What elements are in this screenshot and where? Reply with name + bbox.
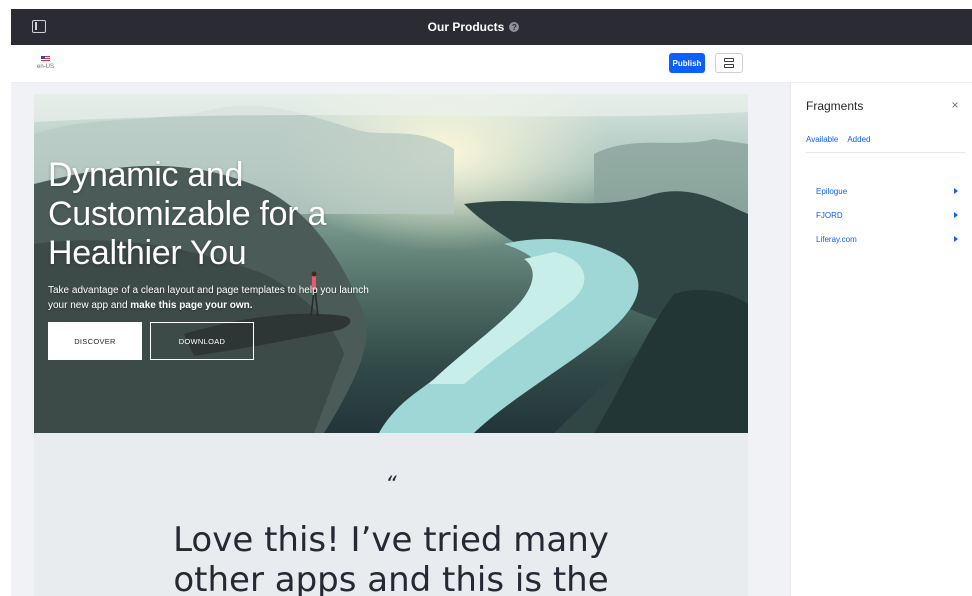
hero-lead-emphasis: make this page your own. [130, 300, 253, 311]
page-title: Our Products [427, 20, 505, 34]
discover-button[interactable]: DISCOVER [48, 322, 142, 360]
us-flag-icon [41, 56, 50, 62]
close-icon[interactable]: × [950, 99, 960, 111]
layout-toggle-icon[interactable] [715, 53, 743, 73]
hero-title: Dynamic and Customizable for a Healthier… [48, 156, 327, 272]
panel-tabs: Available Added [806, 135, 966, 153]
hero-actions: DISCOVER DOWNLOAD [48, 322, 408, 360]
page-editor: Our Products ? en-US Publish Dynamic and… [0, 0, 972, 596]
fragment-collection-list: Epilogue FJORD Liferay.com [806, 179, 958, 251]
fragment-collection-item[interactable]: FJORD [806, 203, 958, 227]
hero-lead: Take advantage of a clean layout and pag… [48, 283, 378, 313]
publish-button[interactable]: Publish [669, 53, 705, 73]
testimonial-text: Love this! I’ve tried many other apps an… [173, 520, 609, 596]
quote-mark: “ [385, 473, 397, 498]
caret-right-icon [954, 212, 958, 218]
help-icon[interactable]: ? [509, 22, 520, 32]
fragments-panel: Fragments × Available Added Epilogue FJO… [790, 83, 972, 596]
fragment-collection-label: FJORD [816, 210, 843, 220]
hero-content: Dynamic and Customizable for a Healthier… [48, 156, 408, 360]
fragment-collection-item[interactable]: Liferay.com [806, 227, 958, 251]
panel-title: Fragments [806, 99, 864, 113]
top-bar: Our Products ? [11, 9, 972, 45]
testimonial-section: “ Love this! I’ve tried many other apps … [34, 433, 748, 596]
caret-right-icon [954, 236, 958, 242]
caret-right-icon [954, 188, 958, 194]
hero-banner: Dynamic and Customizable for a Healthier… [34, 94, 748, 433]
download-button[interactable]: DOWNLOAD [150, 322, 254, 360]
tab-available[interactable]: Available [806, 135, 838, 152]
fragment-collection-label: Epilogue [816, 186, 848, 196]
page-title-group: Our Products ? [11, 9, 972, 45]
page-canvas: Dynamic and Customizable for a Healthier… [11, 83, 790, 596]
fragment-collection-label: Liferay.com [816, 234, 857, 244]
fragment-collection-item[interactable]: Epilogue [806, 179, 958, 203]
editor-toolbar: en-US Publish [11, 45, 972, 83]
locale-label: en-US [37, 64, 55, 70]
locale-selector[interactable]: en-US [37, 56, 54, 70]
tab-added[interactable]: Added [847, 135, 870, 152]
